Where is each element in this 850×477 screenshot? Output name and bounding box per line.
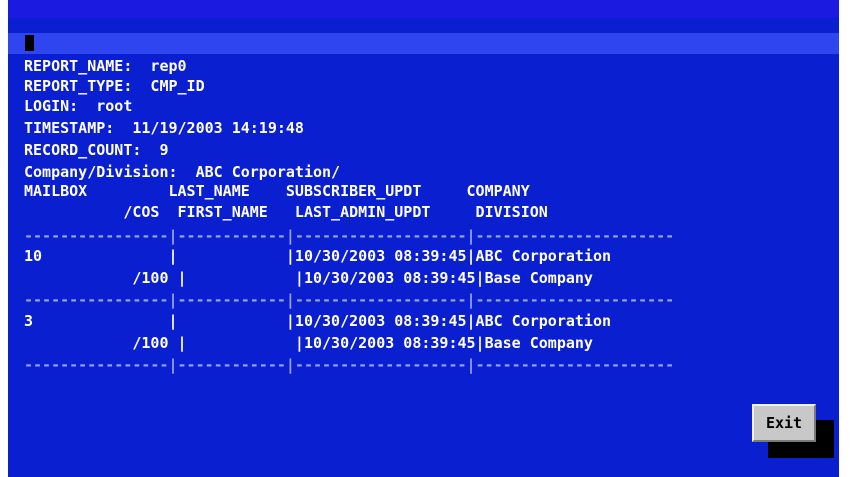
terminal-screen: REPORT_NAME: rep0 REPORT_TYPE: CMP_ID LO… [8, 0, 839, 477]
table-row-sub: /100 | |10/30/2003 08:39:45|Base Company [24, 269, 593, 287]
text-cursor [25, 35, 34, 51]
input-line-bar[interactable] [8, 33, 839, 54]
company-division-line: Company/Division: ABC Corporation/ [24, 163, 341, 181]
login-line: LOGIN: root [24, 97, 133, 115]
exit-button[interactable]: Exit [752, 404, 816, 442]
table-header-row-1: MAILBOX LAST_NAME SUBSCRIBER_UPDT COMPAN… [24, 182, 530, 200]
table-header-row-2: /COS FIRST_NAME LAST_ADMIN_UPDT DIVISION [24, 203, 548, 221]
timestamp-line: TIMESTAMP: 11/19/2003 14:19:48 [24, 119, 304, 137]
record-count-line: RECORD_COUNT: 9 [24, 141, 169, 159]
table-row-sub: /100 | |10/30/2003 08:39:45|Base Company [24, 334, 593, 352]
report-name-line: REPORT_NAME: rep0 [24, 57, 187, 75]
table-row-separator: ----------------|------------|----------… [24, 291, 675, 309]
report-type-line: REPORT_TYPE: CMP_ID [24, 77, 205, 95]
title-bar [8, 0, 839, 18]
table-row-separator: ----------------|------------|----------… [24, 356, 675, 374]
table-row: 10 | |10/30/2003 08:39:45|ABC Corporatio… [24, 247, 611, 265]
table-header-separator: ----------------|------------|----------… [24, 227, 675, 245]
table-row: 3 | |10/30/2003 08:39:45|ABC Corporation [24, 312, 611, 330]
